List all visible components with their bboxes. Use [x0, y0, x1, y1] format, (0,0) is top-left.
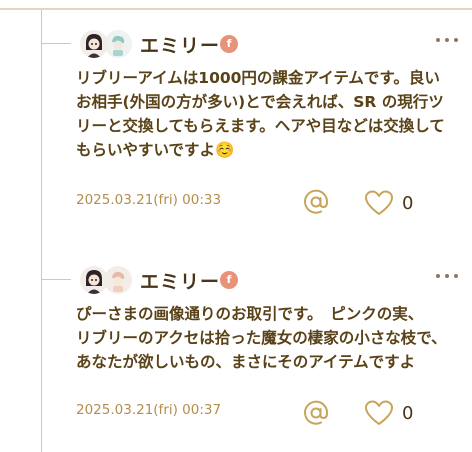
- like-count: 0: [402, 193, 414, 214]
- avatar-group[interactable]: [80, 30, 136, 58]
- top-divider: [0, 8, 472, 10]
- comment-body: リブリーアイムは1000円の課金アイテムです。良い お相手(外国の方が多い)とで…: [76, 69, 445, 159]
- avatar[interactable]: [104, 266, 132, 294]
- heart-icon[interactable]: [364, 190, 394, 216]
- user-badge: f: [220, 35, 238, 53]
- thread-branch: [41, 43, 71, 44]
- user-badge: f: [220, 271, 238, 289]
- comment-body: ぴーさまの画像通りのお取引です。 ピンクの実、 リブリーのアクセは拾った魔女の棲…: [76, 305, 447, 371]
- avatar[interactable]: [80, 30, 108, 58]
- at-sign-icon[interactable]: [302, 399, 330, 427]
- avatar[interactable]: [80, 266, 108, 294]
- comment-item: エミリー f ぴーさまの画像通りのお取引です。 ピンクの実、 リブリーのアクセは…: [0, 258, 472, 448]
- avatar-group[interactable]: [80, 266, 136, 294]
- more-horizontal-icon[interactable]: [434, 34, 460, 46]
- comment-item: エミリー f リブリーアイムは1000円の課金アイテムです。良い お相手(外国の…: [0, 22, 472, 240]
- thread-branch: [41, 279, 71, 280]
- comment-timestamp: 2025.03.21(fri) 00:37: [76, 402, 222, 418]
- username[interactable]: エミリー: [140, 31, 220, 58]
- heart-icon[interactable]: [364, 400, 394, 426]
- more-horizontal-icon[interactable]: [434, 270, 460, 282]
- username[interactable]: エミリー: [140, 267, 220, 294]
- at-sign-icon[interactable]: [302, 188, 330, 216]
- like-count: 0: [402, 403, 414, 424]
- comment-timestamp: 2025.03.21(fri) 00:33: [76, 192, 222, 208]
- avatar[interactable]: [104, 30, 132, 58]
